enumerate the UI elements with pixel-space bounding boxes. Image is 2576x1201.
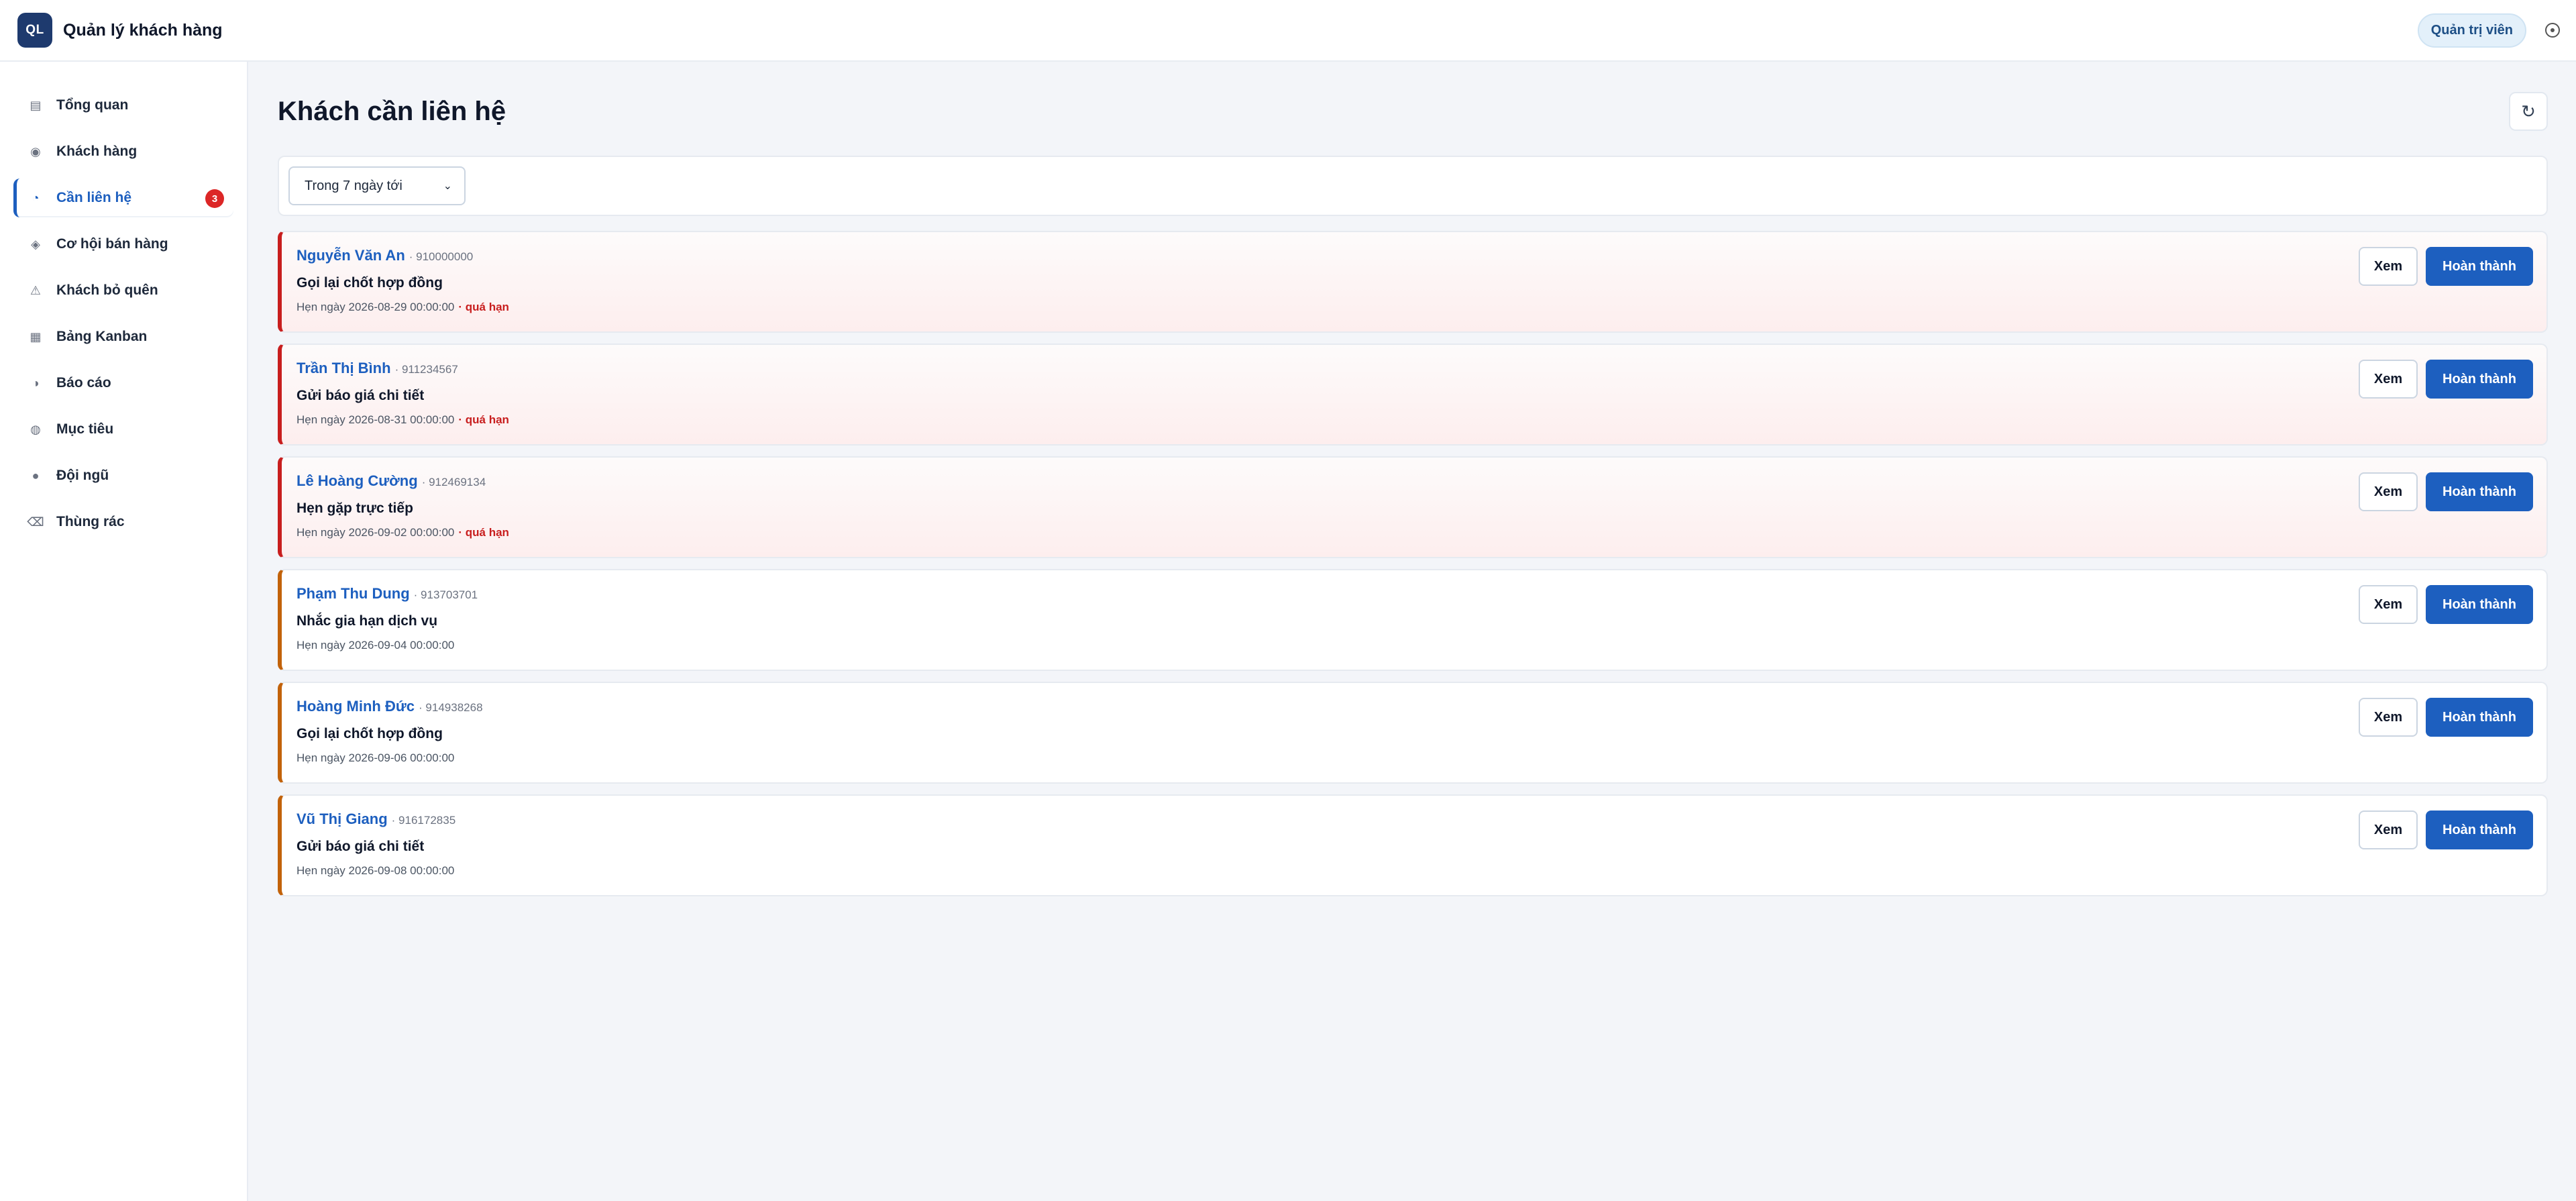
view-button[interactable]: Xem [2359,247,2418,286]
circle-dot-icon[interactable] [2545,23,2560,38]
due-date: Hẹn ngày 2026-09-04 00:00:00 [297,639,455,651]
due-date: Hẹn ngày 2026-08-29 00:00:00 [297,301,455,313]
sidebar-item-label: Cơ hội bán hàng [56,236,168,252]
sidebar-item-label: Khách hàng [56,144,138,159]
sidebar-item-label: Cần liên hệ [56,190,132,205]
team-icon: ● [32,468,40,482]
refresh-icon: ↻ [2521,101,2536,121]
main-content: Khách cần liên hệ ↻ Trong 7 ngày tới ⌄ N… [278,62,2548,907]
due-date: Hẹn ngày 2026-09-02 00:00:00 [297,526,455,539]
target-icon: ◍ [30,422,41,436]
app-logo: QL [17,13,52,48]
sidebar-item-bao-cao[interactable]: ◑ Báo cáo [13,364,233,403]
top-bar: QL Quản lý khách hàng Quản trị viên [0,0,2576,62]
customer-name-link[interactable]: Trần Thị Bình [297,360,391,377]
user-role-badge[interactable]: Quản trị viên [2417,13,2526,48]
date-range-select[interactable]: Trong 7 ngày tới ⌄ [288,166,466,205]
complete-button[interactable]: Hoàn thành [2426,698,2533,737]
complete-button[interactable]: Hoàn thành [2426,247,2533,286]
task-card: Trần Thị Bình · 911234567 Gửi báo giá ch… [278,344,2548,446]
view-button[interactable]: Xem [2359,698,2418,737]
task-card: Hoàng Minh Đức · 914938268 Gọi lại chốt … [278,682,2548,784]
sidebar-item-label: Báo cáo [56,375,111,390]
due-date: Hẹn ngày 2026-08-31 00:00:00 [297,413,455,426]
trash-icon: ⌫ [27,515,44,529]
customer-name-link[interactable]: Nguyễn Văn An [297,247,405,264]
complete-button[interactable]: Hoàn thành [2426,360,2533,399]
sidebar-item-label: Mục tiêu [56,421,114,437]
task-title: Gửi báo giá chi tiết [297,839,425,854]
overdue-tag: · quá hạn [458,413,509,426]
sidebar-item-khach-bo-quen[interactable]: ⚠ Khách bỏ quên [13,271,233,310]
top-right: Quản trị viên [2417,13,2560,48]
report-icon: ◑ [32,376,40,390]
board-icon: ▦ [30,329,42,344]
customer-name-link[interactable]: Hoàng Minh Đức [297,698,415,715]
customer-phone: · 912469134 [421,476,486,488]
due-date: Hẹn ngày 2026-09-08 00:00:00 [297,864,455,877]
clock-icon: ◔ [32,191,40,205]
sidebar-item-can-lien-he[interactable]: ◔ Cần liên hệ 3 [13,178,233,217]
sidebar-item-muc-tieu[interactable]: ◍ Mục tiêu [13,410,233,449]
task-title: Gọi lại chốt hợp đồng [297,726,443,741]
task-card: Lê Hoàng Cường · 912469134 Hẹn gặp trực … [278,456,2548,558]
sidebar: ▤ Tổng quan ◉ Khách hàng ◔ Cần liên hệ 3… [0,62,248,1201]
brand[interactable]: QL Quản lý khách hàng [17,13,223,48]
customer-phone: · 910000000 [409,250,474,263]
customer-phone: · 914938268 [419,701,483,714]
complete-button[interactable]: Hoàn thành [2426,811,2533,849]
overdue-tag: · quá hạn [458,526,509,539]
customer-phone: · 913703701 [413,588,478,601]
sidebar-item-label: Bảng Kanban [56,329,148,344]
page-title: Khách cần liên hệ [278,96,506,126]
refresh-button[interactable]: ↻ [2509,92,2548,131]
users-icon: ◉ [30,144,41,158]
notification-badge: 3 [205,189,224,208]
view-button[interactable]: Xem [2359,360,2418,399]
filter-bar: Trong 7 ngày tới ⌄ [278,156,2548,216]
sidebar-item-thung-rac[interactable]: ⌫ Thùng rác [13,503,233,541]
app-title: Quản lý khách hàng [63,20,223,40]
sidebar-item-label: Tổng quan [56,97,129,113]
due-date: Hẹn ngày 2026-09-06 00:00:00 [297,751,455,764]
sidebar-item-label: Khách bỏ quên [56,282,158,298]
customer-name-link[interactable]: Lê Hoàng Cường [297,472,418,490]
task-title: Gọi lại chốt hợp đồng [297,275,443,291]
dashboard-icon: ▤ [30,98,42,112]
sidebar-item-label: Đội ngũ [56,468,109,483]
sidebar-item-khach-hang[interactable]: ◉ Khách hàng [13,132,233,171]
view-button[interactable]: Xem [2359,585,2418,624]
task-card: Vũ Thị Giang · 916172835 Gửi báo giá chi… [278,794,2548,896]
customer-phone: · 911234567 [394,363,458,376]
task-list: Nguyễn Văn An · 910000000 Gọi lại chốt h… [278,231,2548,896]
customer-name-link[interactable]: Vũ Thị Giang [297,811,388,828]
overdue-tag: · quá hạn [458,301,509,313]
page-header: Khách cần liên hệ ↻ [278,62,2548,156]
chevron-down-icon: ⌄ [443,180,452,192]
customer-name-link[interactable]: Phạm Thu Dung [297,585,410,603]
task-card: Nguyễn Văn An · 910000000 Gọi lại chốt h… [278,231,2548,333]
customer-phone: · 916172835 [391,814,456,827]
sidebar-item-doi-ngu[interactable]: ● Đội ngũ [13,456,233,495]
complete-button[interactable]: Hoàn thành [2426,585,2533,624]
view-button[interactable]: Xem [2359,811,2418,849]
complete-button[interactable]: Hoàn thành [2426,472,2533,511]
sidebar-item-bang-kanban[interactable]: ▦ Bảng Kanban [13,317,233,356]
diamond-icon: ◈ [31,237,40,251]
date-range-value: Trong 7 ngày tới [305,178,402,193]
sidebar-item-tong-quan[interactable]: ▤ Tổng quan [13,86,233,125]
task-title: Hẹn gặp trực tiếp [297,501,413,516]
task-title: Nhắc gia hạn dịch vụ [297,613,438,629]
view-button[interactable]: Xem [2359,472,2418,511]
warning-icon: ⚠ [30,283,42,297]
sidebar-item-label: Thùng rác [56,514,125,529]
sidebar-item-co-hoi-ban-hang[interactable]: ◈ Cơ hội bán hàng [13,225,233,264]
task-title: Gửi báo giá chi tiết [297,388,425,403]
task-card: Phạm Thu Dung · 913703701 Nhắc gia hạn d… [278,569,2548,671]
